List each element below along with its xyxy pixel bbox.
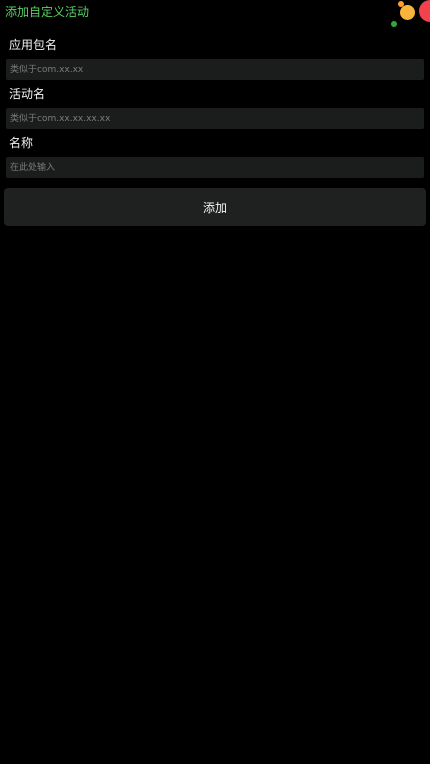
activity-name-label: 活动名 — [9, 87, 46, 101]
package-name-label: 应用包名 — [9, 38, 58, 52]
decoration-dot — [419, 0, 430, 22]
activity-name-input[interactable] — [6, 108, 424, 129]
display-name-input[interactable] — [6, 157, 424, 178]
add-button[interactable]: 添加 — [4, 188, 426, 226]
package-name-input[interactable] — [6, 59, 424, 80]
decoration-dot — [391, 21, 397, 27]
add-custom-activity-screen: 添加自定义活动 应用包名 活动名 名称 添加 — [0, 0, 430, 764]
display-name-label: 名称 — [9, 136, 34, 150]
decoration-dot — [400, 5, 415, 20]
page-title: 添加自定义活动 — [5, 5, 90, 19]
